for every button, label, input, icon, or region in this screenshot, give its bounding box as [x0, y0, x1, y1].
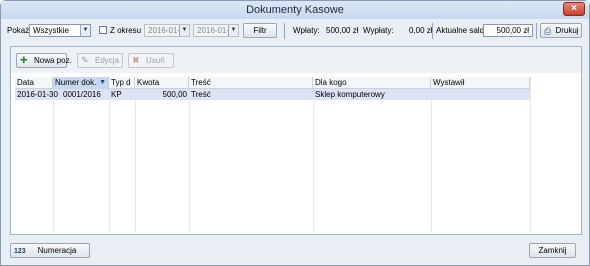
delete-button[interactable]: ✖ Usuń: [128, 53, 174, 68]
chevron-down-icon: ▼: [80, 25, 90, 36]
title-bar: Dokumenty Kasowe ×: [1, 1, 589, 19]
cell-recipient: Sklep komputerowy: [315, 90, 385, 99]
cell-issuer: [431, 89, 530, 100]
column-divider: [109, 77, 110, 232]
column-divider: [189, 77, 190, 232]
column-divider: [530, 77, 531, 232]
column-header-type[interactable]: Typ d: [109, 77, 135, 89]
column-header-date[interactable]: Data: [15, 77, 53, 89]
new-item-label: Nowa poz.: [34, 56, 72, 65]
cell-type: KP: [111, 90, 122, 99]
filter-button[interactable]: Filtr: [243, 23, 277, 38]
expense-value: 0,00 zł: [409, 26, 433, 35]
column-header-content[interactable]: Treść: [189, 77, 313, 89]
show-label: Pokaż: [7, 26, 30, 35]
edit-label: Edycja: [95, 56, 120, 65]
column-divider: [135, 77, 136, 232]
cell-amount: 500,00: [162, 90, 187, 99]
period-label: Z okresu: [110, 26, 142, 35]
actions-bar: ✚ Nowa poz. ✎ Edycja ✖ Usuń: [11, 47, 581, 73]
period-checkbox[interactable]: [99, 26, 107, 34]
toolbar-divider: [432, 23, 433, 39]
cell-content: Treść: [191, 90, 211, 99]
show-select-value: Wszystkie: [33, 26, 69, 35]
close-window-button[interactable]: ×: [563, 2, 585, 16]
income-value: 500,00 zł: [326, 26, 359, 35]
documents-panel: ✚ Nowa poz. ✎ Edycja ✖ Usuń Data Numer d…: [10, 46, 582, 235]
toolbar-divider: [536, 23, 537, 39]
column-header-number[interactable]: Numer dok. ▼: [53, 77, 109, 89]
column-header-number-label: Numer dok.: [55, 78, 97, 87]
delete-label: Usuń: [146, 56, 165, 65]
add-document-icon: ✚: [20, 55, 28, 65]
printer-icon: ⎙: [544, 26, 552, 36]
print-button[interactable]: ⎙ Drukuj: [540, 23, 582, 38]
sort-descending-icon: ▼: [99, 79, 106, 86]
show-select[interactable]: Wszystkie ▼: [29, 24, 91, 37]
column-divider: [313, 77, 314, 232]
expense-label: Wypłaty:: [363, 26, 394, 35]
column-divider: [431, 77, 432, 232]
close-button[interactable]: Zamknij: [529, 243, 576, 258]
numbering-label: Numeracja: [37, 246, 77, 255]
edit-button[interactable]: ✎ Edycja: [77, 53, 123, 68]
toolbar: Pokaż Wszystkie ▼ Z okresu 2016-01-30 ▼ …: [5, 21, 586, 41]
window: Dokumenty Kasowe × Pokaż Wszystkie ▼ Z o…: [0, 0, 590, 266]
cell-date: 2016-01-30: [17, 90, 58, 99]
column-header-issuer[interactable]: Wystawił: [431, 77, 530, 89]
new-item-button[interactable]: ✚ Nowa poz.: [16, 53, 72, 68]
date-from-picker[interactable]: 2016-01-30 ▼: [144, 24, 190, 37]
documents-table: Data Numer dok. ▼ Typ d Kwota Treść Dla …: [15, 77, 577, 232]
cell-number: 0001/2016: [63, 90, 101, 99]
column-header-amount[interactable]: Kwota: [135, 77, 189, 89]
date-to-picker[interactable]: 2016-01-30 ▼: [193, 24, 239, 37]
numbering-icon: 123: [14, 248, 26, 255]
column-divider: [53, 77, 54, 232]
chevron-down-icon: ▼: [228, 25, 238, 36]
table-row[interactable]: 2016-01-30 0001/2016 KP 500,00 Treść Skl…: [15, 89, 530, 100]
table-header: Data Numer dok. ▼ Typ d Kwota Treść Dla …: [15, 77, 530, 89]
edit-icon: ✎: [81, 55, 89, 65]
chevron-down-icon: ▼: [179, 25, 189, 36]
toolbar-divider: [284, 23, 285, 39]
balance-field[interactable]: 500,00 zł: [483, 24, 533, 37]
print-label: Drukuj: [555, 26, 579, 35]
column-header-recipient[interactable]: Dla kogo: [313, 77, 431, 89]
numbering-button[interactable]: 123 Numeracja: [10, 243, 90, 258]
income-label: Wpłaty:: [293, 26, 320, 35]
window-title: Dokumenty Kasowe: [246, 4, 344, 16]
delete-icon: ✖: [132, 55, 140, 65]
